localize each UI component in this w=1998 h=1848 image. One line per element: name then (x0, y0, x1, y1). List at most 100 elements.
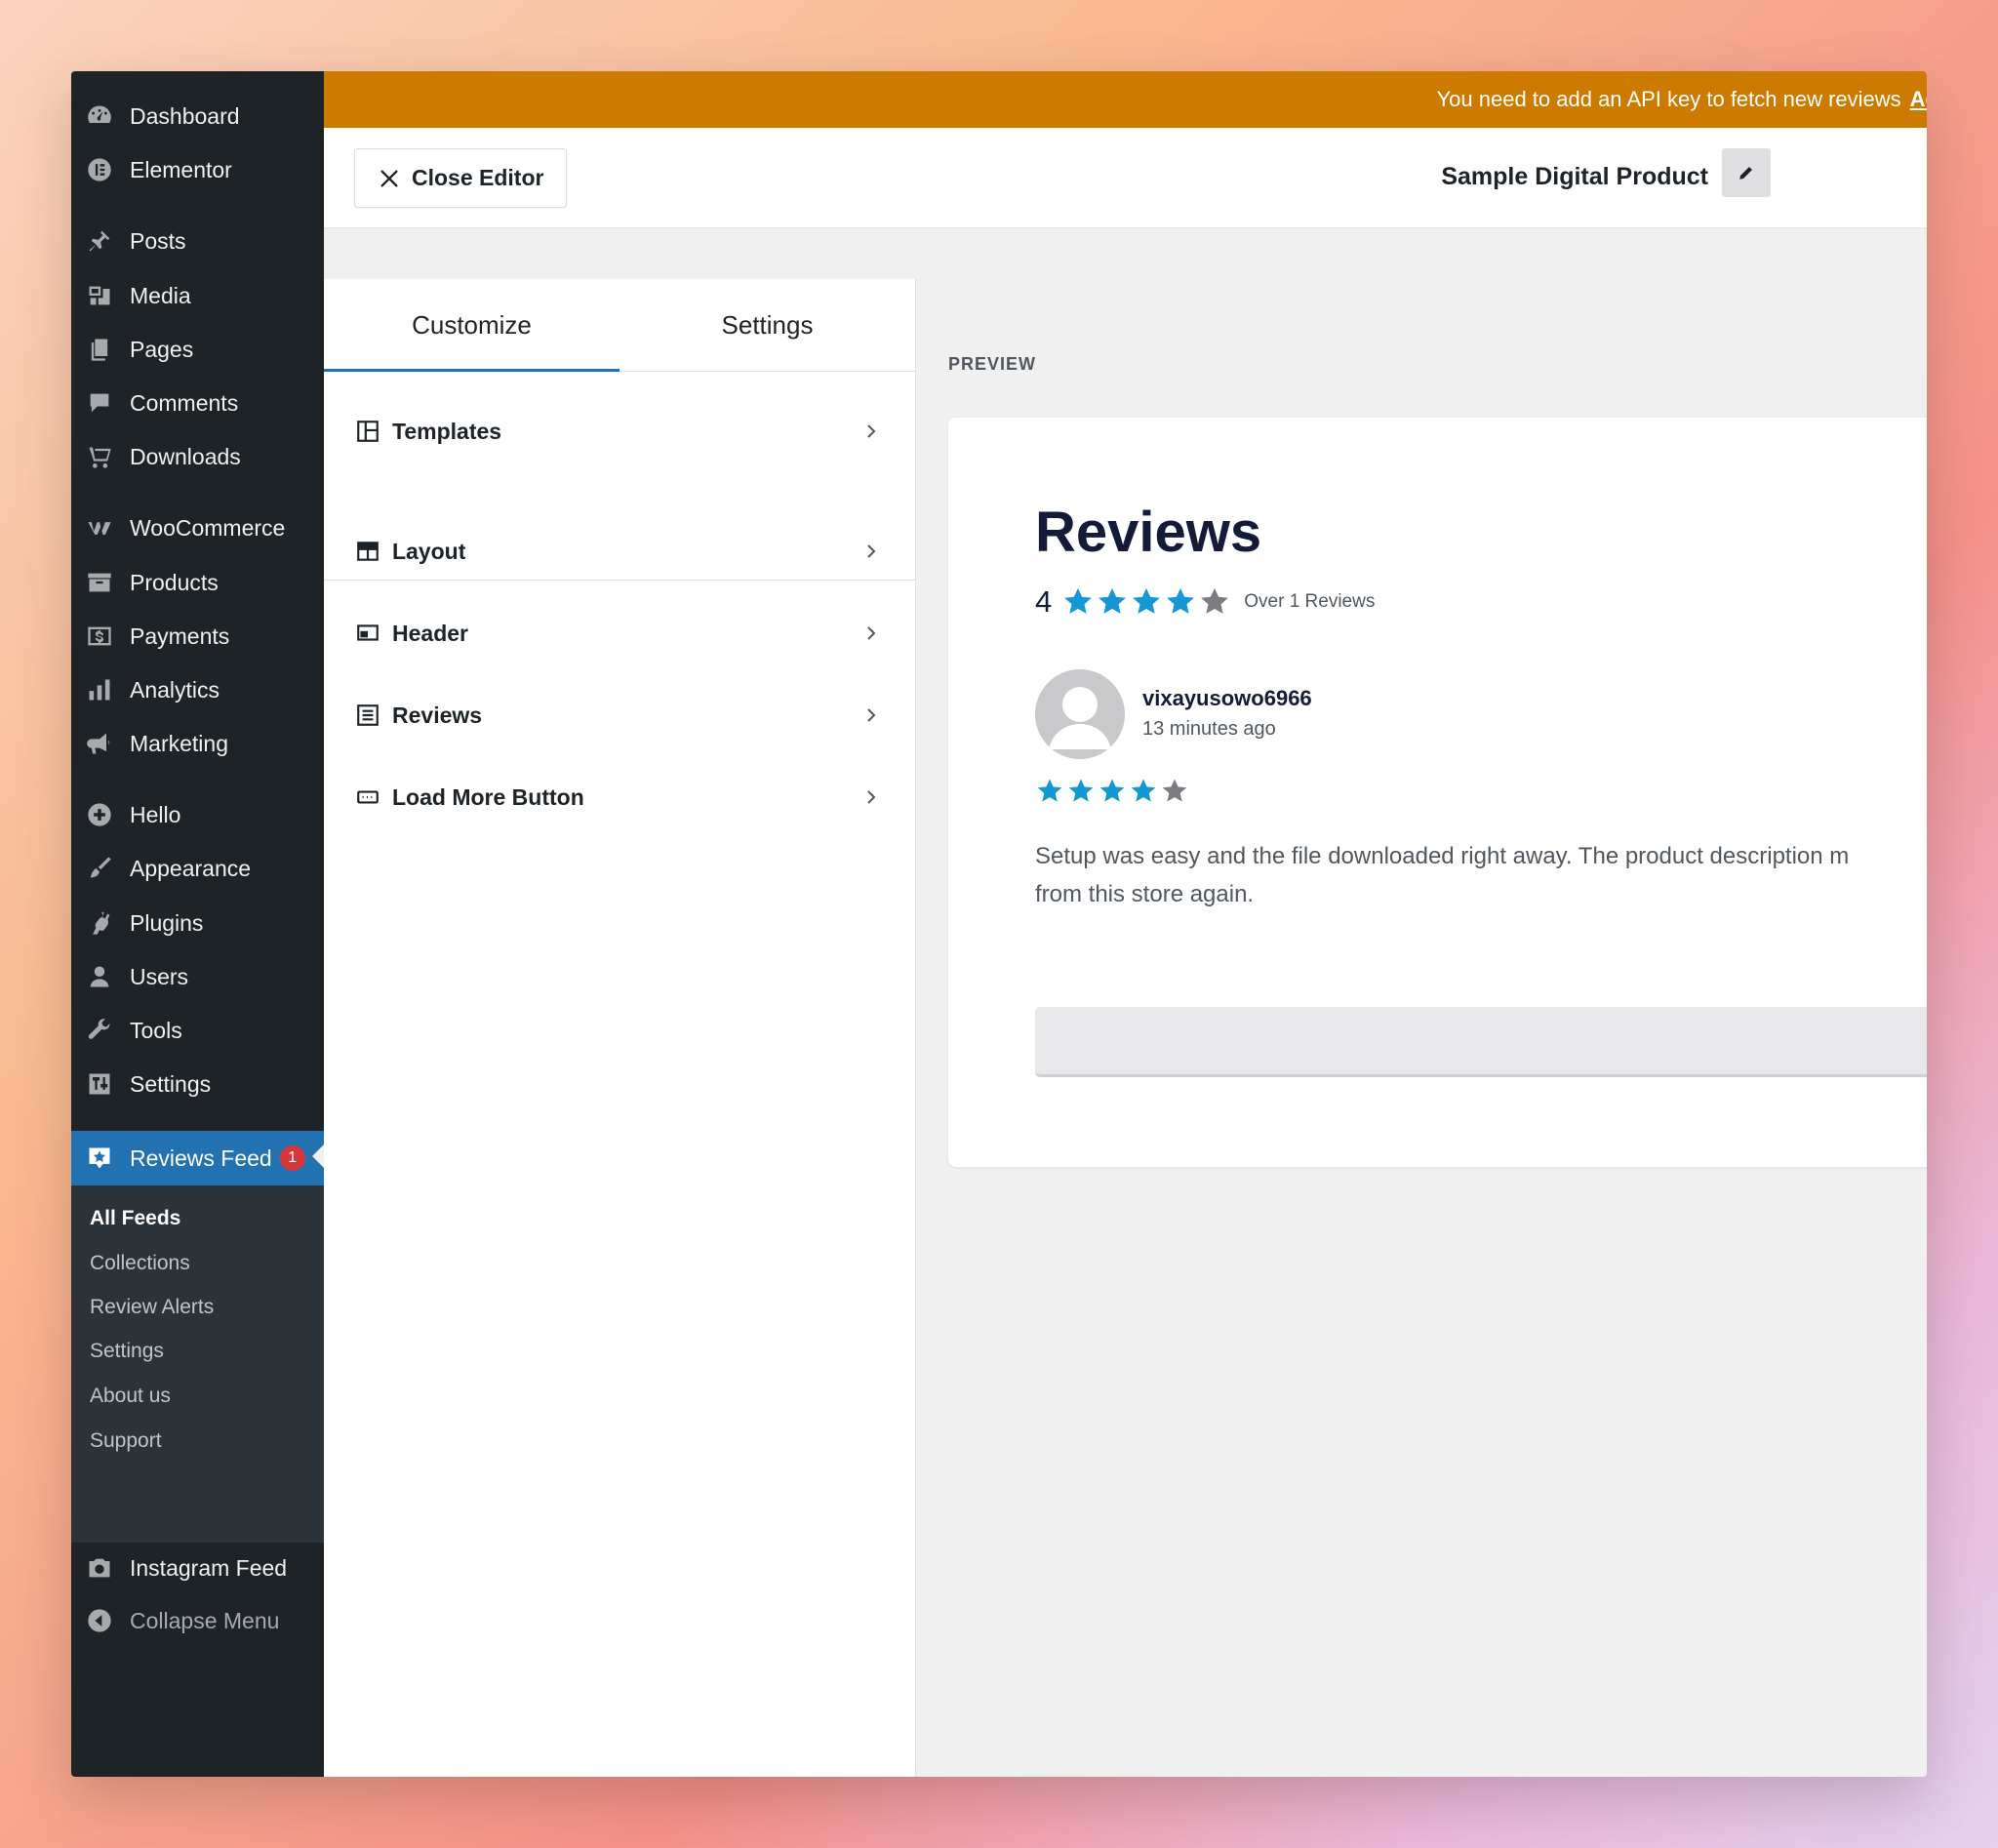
submenu-collections[interactable]: Collections (90, 1252, 190, 1275)
megaphone-icon (84, 728, 115, 759)
section-layout[interactable]: Layout (324, 522, 915, 581)
edit-title-button[interactable] (1722, 148, 1771, 197)
sidebar-item-woocommerce[interactable]: WooCommerce (71, 502, 324, 553)
load-more-button[interactable] (1035, 1007, 1927, 1077)
sidebar-item-payments[interactable]: Payments (71, 611, 324, 662)
star-filled-icon (1068, 779, 1094, 802)
dashboard-icon (84, 100, 115, 132)
sidebar-item-label: Hello (130, 801, 181, 827)
plug-icon (84, 907, 115, 939)
sidebar-item-appearance[interactable]: Appearance (71, 843, 324, 894)
section-reviews[interactable]: Reviews (324, 686, 915, 744)
summary-rating: 4 Over 1 Reviews (1035, 584, 1375, 620)
reviews-list-icon (354, 702, 381, 729)
wp-admin-window: Dashboard Elementor Posts Media Pages Co… (71, 71, 1927, 1777)
sidebar-item-label: Plugins (130, 909, 204, 936)
notification-badge: 1 (279, 1145, 305, 1171)
sidebar-item-analytics[interactable]: Analytics (71, 664, 324, 715)
section-templates[interactable]: Templates (324, 402, 915, 461)
pin-icon (84, 225, 115, 257)
reviewer-name: vixayusowo6966 (1142, 686, 1312, 710)
sidebar-item-elementor[interactable]: Elementor (71, 144, 324, 195)
sidebar-item-label: Instagram Feed (130, 1554, 288, 1581)
sidebar-item-label: Collapse Menu (130, 1607, 280, 1633)
review-stars (1035, 777, 1191, 806)
panel-tabs: Customize Settings (324, 279, 915, 372)
sidebar-item-label: Downloads (130, 443, 241, 469)
submenu-about-us[interactable]: About us (90, 1385, 171, 1408)
default-avatar-icon (1049, 687, 1111, 749)
chevron-right-icon (867, 708, 876, 722)
star-filled-icon (1064, 587, 1093, 614)
archive-icon (84, 567, 115, 598)
layout-grid-icon (354, 538, 381, 565)
sidebar-item-dashboard[interactable]: Dashboard (71, 91, 324, 141)
review-text: Setup was easy and the file downloaded r… (1035, 837, 1927, 913)
templates-icon (354, 418, 381, 445)
section-header[interactable]: Header (324, 604, 915, 663)
close-editor-button[interactable]: Close Editor (354, 148, 567, 208)
sidebar-item-marketing[interactable]: Marketing (71, 718, 324, 769)
sidebar-item-label: Media (130, 282, 191, 308)
woocommerce-icon (84, 512, 115, 543)
sidebar-item-comments[interactable]: Comments (71, 378, 324, 428)
comment-icon (84, 387, 115, 419)
notice-link[interactable]: Ad (1910, 87, 1927, 112)
submenu-settings[interactable]: Settings (90, 1340, 164, 1363)
pages-icon (84, 334, 115, 365)
sidebar-item-plugins[interactable]: Plugins (71, 898, 324, 948)
sidebar-item-label: Settings (130, 1070, 212, 1097)
star-filled-icon (1099, 587, 1127, 614)
sidebar-item-hello[interactable]: Hello (71, 789, 324, 840)
chevron-right-icon (867, 544, 876, 558)
reviews-heading: Reviews (1035, 501, 1262, 564)
submenu-review-alerts[interactable]: Review Alerts (90, 1296, 214, 1319)
sidebar-item-instagram-feed[interactable]: Instagram Feed (71, 1543, 324, 1593)
sidebar-item-label: Marketing (130, 730, 228, 756)
preview-label: PREVIEW (948, 354, 1037, 374)
elementor-icon (84, 154, 115, 185)
sidebar-item-label: Comments (130, 389, 239, 416)
section-label: Load More Button (392, 783, 584, 810)
sidebar-item-label: Tools (130, 1017, 182, 1043)
media-icon (84, 280, 115, 311)
sidebar-item-users[interactable]: Users (71, 951, 324, 1002)
section-label: Reviews (392, 702, 483, 728)
summary-stars (1061, 585, 1232, 619)
brush-icon (84, 853, 115, 884)
collapse-menu-button[interactable]: Collapse Menu (71, 1595, 324, 1646)
section-label: Templates (392, 418, 502, 444)
review-text-line: from this store again. (1035, 881, 1255, 907)
star-filled-icon (1167, 587, 1195, 614)
sidebar-item-label: Payments (130, 623, 230, 649)
customize-panel: Customize Settings Templates Layout Head… (324, 279, 916, 1777)
user-icon (84, 961, 115, 992)
sidebar-item-label: WooCommerce (130, 514, 286, 541)
star-empty-icon (1201, 587, 1229, 614)
rating-number: 4 (1035, 584, 1053, 619)
tab-customize[interactable]: Customize (324, 279, 619, 372)
sidebar-item-label: Elementor (130, 156, 232, 182)
star-empty-icon (1162, 779, 1187, 802)
sidebar-item-settings[interactable]: Settings (71, 1059, 324, 1109)
sidebar-item-media[interactable]: Media (71, 270, 324, 321)
reviews-feed-submenu: All Feeds Collections Review Alerts Sett… (71, 1185, 324, 1543)
submenu-all-feeds[interactable]: All Feeds (90, 1207, 180, 1230)
sidebar-item-label: Reviews Feed (130, 1145, 272, 1171)
sidebar-item-products[interactable]: Products (71, 557, 324, 608)
chevron-right-icon (867, 790, 876, 804)
close-icon (380, 169, 398, 187)
camera-icon (84, 1552, 115, 1584)
sidebar-item-label: Analytics (130, 676, 220, 703)
pencil-icon (1739, 167, 1752, 180)
submenu-support[interactable]: Support (90, 1429, 162, 1453)
sidebar-item-pages[interactable]: Pages (71, 324, 324, 375)
section-load-more-button[interactable]: Load More Button (324, 768, 915, 826)
tab-settings[interactable]: Settings (619, 279, 915, 371)
sidebar-item-downloads[interactable]: Downloads (71, 431, 324, 482)
sidebar-item-posts[interactable]: Posts (71, 216, 324, 266)
sidebar-item-reviews-feed[interactable]: Reviews Feed 1 (71, 1131, 324, 1185)
api-key-notice: You need to add an API key to fetch new … (324, 71, 1927, 128)
admin-sidebar: Dashboard Elementor Posts Media Pages Co… (71, 71, 324, 1777)
sidebar-item-tools[interactable]: Tools (71, 1005, 324, 1056)
